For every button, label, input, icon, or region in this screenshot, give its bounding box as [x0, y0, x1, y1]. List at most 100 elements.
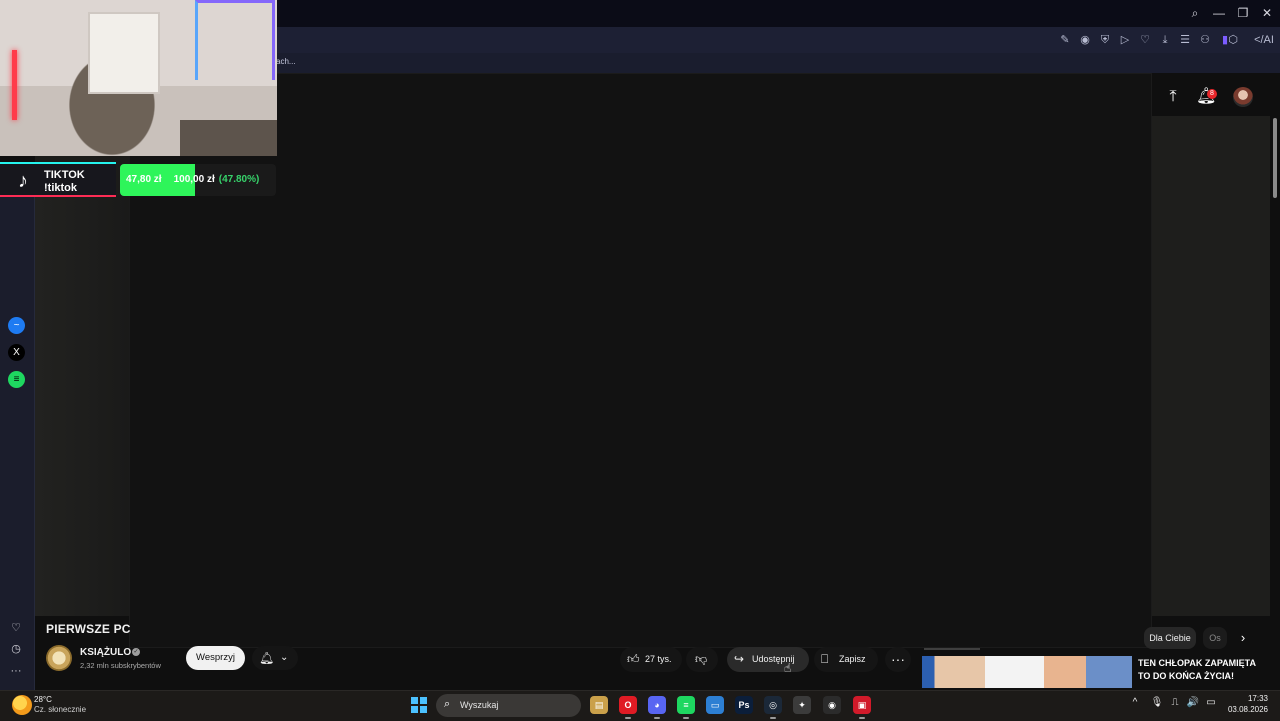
steam-icon[interactable]: ◎	[764, 696, 782, 714]
page-left-shade	[35, 195, 129, 616]
verified-icon: ✓	[132, 648, 140, 656]
chip-for-you[interactable]: Dla Ciebie	[1144, 627, 1196, 649]
search-icon[interactable]: ⌕	[1187, 5, 1203, 21]
chevron-down-icon: ⌄	[280, 652, 289, 663]
running-indicator	[859, 717, 865, 719]
recommendation-thumbnail[interactable]	[922, 656, 1132, 688]
photoshop-icon[interactable]: Ps	[735, 696, 753, 714]
x-icon[interactable]: X	[8, 344, 25, 361]
messenger-icon[interactable]: ~	[8, 317, 25, 334]
tiktok-overlay: ♪ TIKTOK !tiktok	[0, 162, 116, 197]
heart-icon[interactable]: ♡	[9, 621, 23, 635]
running-indicator	[654, 717, 660, 719]
webcam-desk-shape	[180, 120, 277, 156]
webcam-overlay	[0, 0, 277, 156]
weather-icon[interactable]	[12, 695, 32, 715]
donation-goal-bar: 47,80 zł 100,00 zł (47.80%)	[120, 164, 276, 196]
download-icon[interactable]: ⤓	[1158, 33, 1172, 47]
donation-goal-text: 47,80 zł 100,00 zł (47.80%)	[126, 174, 259, 185]
recommendation-title[interactable]: TEN CHŁOPAK ZAPAMIĘTA TO DO KOŃCA ŻYCIA!	[1138, 657, 1268, 683]
webcam-led-light	[12, 50, 17, 120]
goal-percent: (47.80%)	[218, 174, 260, 185]
bookmark-item[interactable]: ach...	[276, 57, 296, 66]
save-button[interactable]: ⎕ Zapisz	[814, 647, 878, 672]
save-label: Zapisz	[839, 654, 866, 664]
volume-icon[interactable]: 🔊	[1186, 697, 1200, 708]
chevron-right-icon[interactable]: ›	[1235, 630, 1251, 646]
profile-icon[interactable]: ⚇	[1198, 33, 1212, 47]
account-avatar[interactable]	[1233, 87, 1253, 107]
recommendation-divider	[924, 648, 980, 650]
more-actions-button[interactable]: ···	[885, 647, 911, 672]
taskbar-search[interactable]: ⌕ Wyszukaj	[436, 694, 581, 717]
goal-current-amount: 47,80 zł	[126, 174, 162, 185]
thumbs-down-icon: 👎︎	[695, 652, 708, 666]
mouse-cursor-icon: ☝	[784, 661, 792, 675]
channel-avatar[interactable]	[46, 645, 72, 671]
opera-icon[interactable]: O	[619, 696, 637, 714]
restore-button[interactable]: ❐	[1235, 5, 1251, 21]
secondary-column	[1152, 116, 1270, 616]
weather-description: Cz. słonecznie	[34, 705, 87, 714]
taskbar-search-placeholder: Wyszukaj	[460, 700, 499, 710]
browser-sidebar: ~ X ≡ ♡ ◷ ···	[0, 196, 35, 690]
camera-icon[interactable]: ◉	[1078, 33, 1092, 47]
file-explorer-icon[interactable]: ▤	[590, 696, 608, 714]
more-icon[interactable]: ···	[9, 664, 23, 678]
webcam-neon-light	[195, 0, 275, 80]
network-icon[interactable]: ⎍	[1168, 697, 1182, 708]
spotify-icon[interactable]: ≡	[677, 696, 695, 714]
ai-icon[interactable]: </AI	[1252, 33, 1276, 47]
minimize-button[interactable]: —	[1211, 5, 1227, 21]
running-indicator	[770, 717, 776, 719]
notification-count-badge: 8	[1207, 89, 1217, 99]
spotify-icon[interactable]: ≡	[8, 371, 25, 388]
webcam-window-shape	[88, 12, 160, 94]
close-button[interactable]: ✕	[1259, 5, 1275, 21]
scrollbar-thumb[interactable]	[1273, 118, 1277, 198]
obs-icon[interactable]: ◉	[823, 696, 841, 714]
bell-icon: 🔔︎	[259, 651, 275, 665]
clock-time[interactable]: 17:33	[1246, 694, 1268, 703]
red-app-icon[interactable]: ▣	[853, 696, 871, 714]
discord-icon[interactable]: ◕	[648, 696, 666, 714]
like-count: 27 tys.	[645, 654, 672, 664]
tiktok-icon: ♪	[18, 170, 28, 192]
subscription-bell-button[interactable]: 🔔︎ ⌄	[252, 646, 298, 670]
menu-icon[interactable]: ☰	[1178, 33, 1192, 47]
monitor-icon[interactable]: ▭	[706, 696, 724, 714]
chip-other[interactable]: Os	[1203, 627, 1227, 649]
start-button[interactable]	[411, 697, 427, 713]
extensions-icon[interactable]: ⬡	[1226, 33, 1240, 47]
share-button[interactable]: ↪ Udostępnij	[727, 647, 809, 672]
support-button[interactable]: Wesprzyj	[186, 646, 245, 670]
tiktok-name: TIKTOK	[44, 169, 85, 181]
like-button[interactable]: 👍︎ 27 tys.	[620, 647, 682, 672]
microphone-icon[interactable]: 🎙	[1150, 697, 1164, 708]
history-icon[interactable]: ◷	[9, 642, 23, 656]
subscriber-count: 2,32 mln subskrybentów	[80, 661, 161, 670]
video-title: PIERWSZE PC	[46, 622, 131, 636]
edit-icon[interactable]: ✎	[1058, 33, 1072, 47]
heart-icon[interactable]: ♡	[1138, 33, 1152, 47]
shield-icon[interactable]: ⛨	[1098, 33, 1112, 47]
page-scrollbar[interactable]	[1270, 73, 1280, 690]
battery-icon[interactable]: ▭	[1204, 697, 1218, 708]
share-icon: ↪	[734, 652, 745, 666]
dislike-button[interactable]: 👎︎	[686, 647, 718, 672]
running-indicator	[683, 717, 689, 719]
search-icon: ⌕	[444, 698, 451, 710]
clock-date[interactable]: 03.08.2026	[1226, 705, 1268, 714]
tray-overflow-icon[interactable]: ^	[1128, 697, 1142, 708]
goal-target-amount: 100,00 zł	[173, 174, 215, 185]
upload-icon[interactable]: ⤒	[1164, 87, 1182, 107]
channel-name[interactable]: KSIĄŻULO	[80, 647, 131, 658]
video-player[interactable]	[129, 73, 1152, 648]
play-icon[interactable]: ▷	[1118, 33, 1132, 47]
bookmark-icon: ⎕	[821, 652, 829, 666]
thumbs-up-icon: 👍︎	[627, 652, 640, 666]
running-indicator	[625, 717, 631, 719]
davinci-icon[interactable]: ✦	[793, 696, 811, 714]
windows-taskbar: 28°C Cz. słonecznie ⌕ Wyszukaj ▤ O ◕ ≡ ▭ Ps ◎ ✦…	[0, 690, 1280, 721]
weather-temperature: 28°C	[34, 695, 52, 704]
